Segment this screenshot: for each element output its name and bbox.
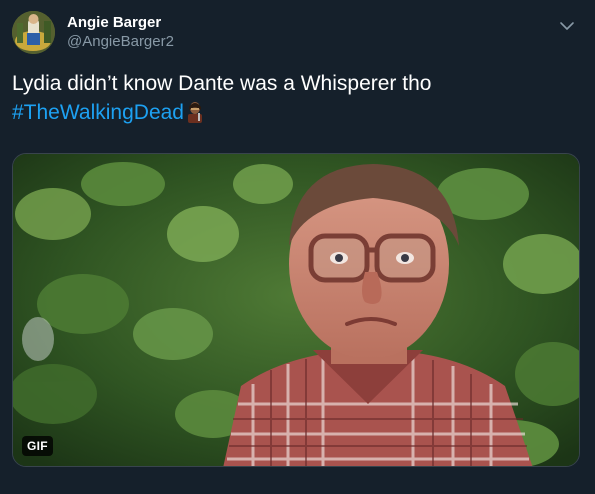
avatar[interactable] [12, 11, 55, 54]
hashtag-link[interactable]: #TheWalkingDead [12, 101, 184, 124]
chevron-down-icon[interactable] [558, 17, 576, 35]
gif-thumbnail-icon [13, 154, 579, 466]
tweet-card[interactable]: Angie Barger @AngieBarger2 Lydia didn’t … [0, 0, 595, 494]
author-names: Angie Barger @AngieBarger2 [67, 13, 174, 51]
tweet-hashtag-line: #TheWalkingDead [12, 98, 582, 127]
tweet-body: Lydia didn’t know Dante was a Whisperer … [12, 69, 582, 127]
gif-badge: GIF [22, 436, 53, 456]
author-handle[interactable]: @AngieBarger2 [67, 32, 174, 51]
tweet-text: Lydia didn’t know Dante was a Whisperer … [12, 72, 432, 95]
walking-dead-character-emoji-icon [186, 101, 204, 123]
tweet-header: Angie Barger @AngieBarger2 [12, 11, 584, 54]
tweet-media-gif[interactable]: GIF [12, 153, 580, 467]
author-display-name[interactable]: Angie Barger [67, 13, 174, 32]
